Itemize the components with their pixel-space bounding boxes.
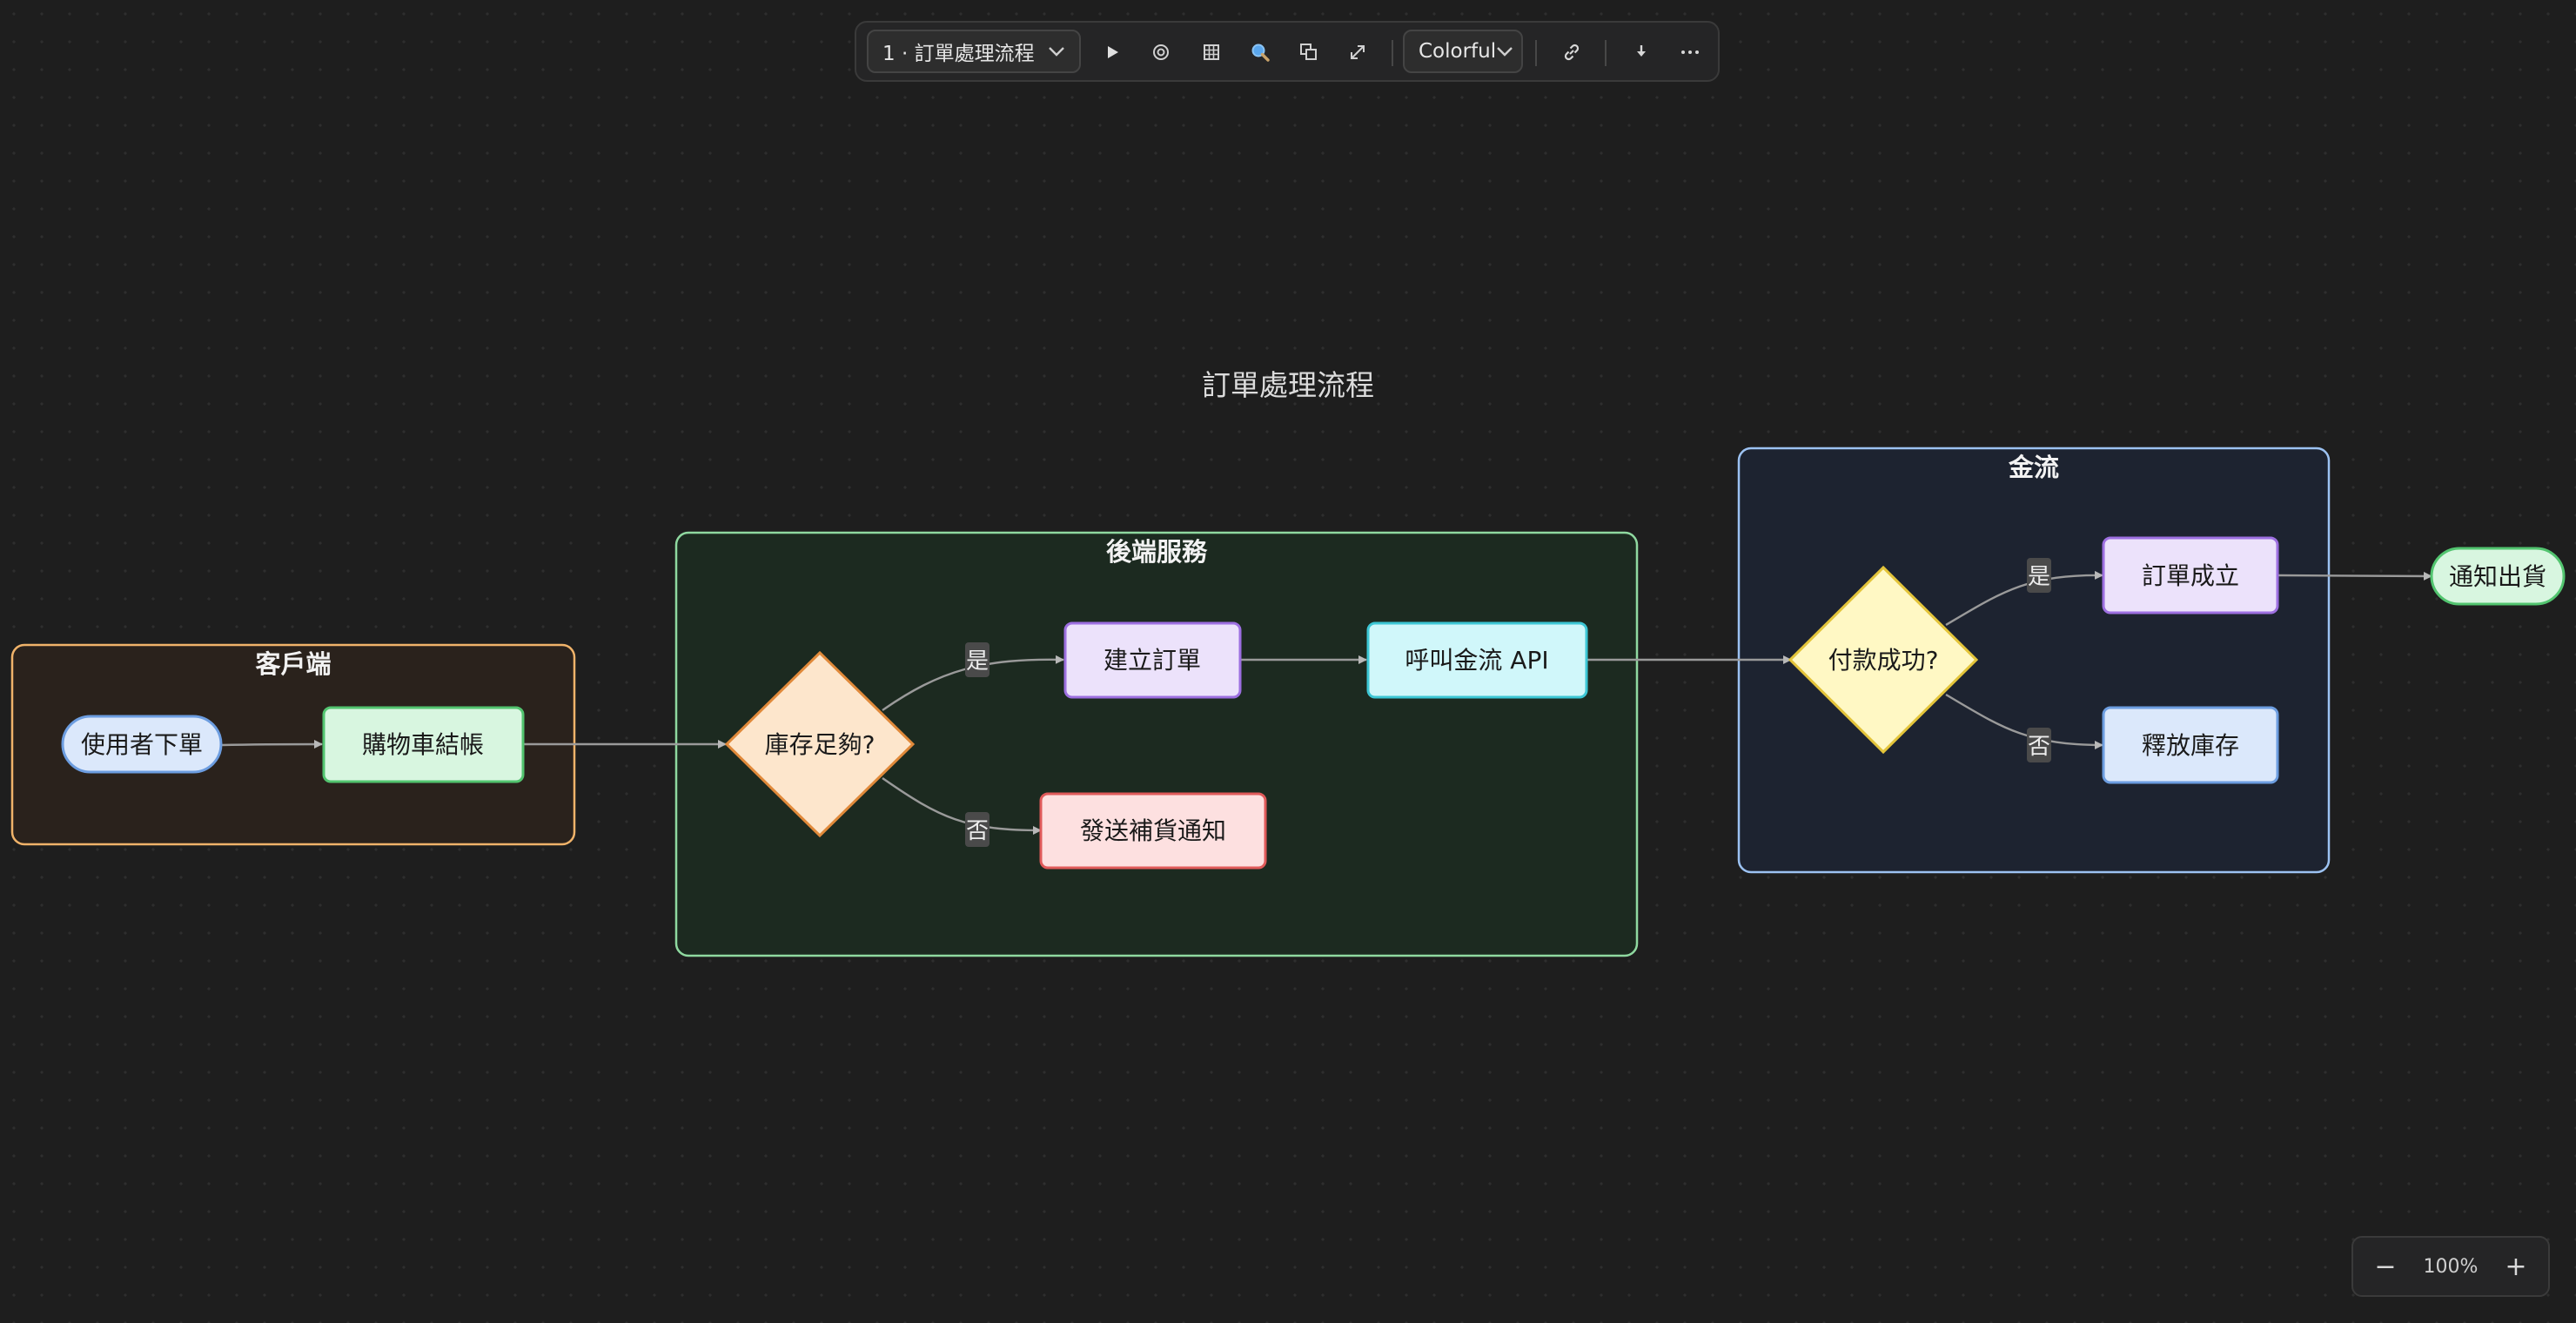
zoom-control: − 100% + <box>2351 1236 2550 1297</box>
svg-text:呼叫金流 API: 呼叫金流 API <box>1405 646 1548 675</box>
svg-text:是: 是 <box>2028 564 2050 590</box>
svg-text:庫存足夠?: 庫存足夠? <box>765 730 875 759</box>
edge-order-to-ship <box>2277 571 2432 581</box>
edge-label-stock-no: 否 <box>965 812 989 847</box>
group-client-label: 客戶端 <box>255 649 331 679</box>
node-release-stock[interactable]: 釋放庫存 <box>2102 706 2279 784</box>
svg-text:購物車結帳: 購物車結帳 <box>362 730 484 759</box>
edge-place-to-checkout <box>221 740 323 749</box>
group-backend-label: 後端服務 <box>1106 537 1208 567</box>
svg-text:通知出貨: 通知出貨 <box>2449 562 2546 591</box>
svg-text:否: 否 <box>2028 734 2050 760</box>
svg-text:是: 是 <box>966 648 989 675</box>
group-payment-label: 金流 <box>2008 453 2059 482</box>
svg-text:發送補貨通知: 發送補貨通知 <box>1080 816 1226 845</box>
zoom-in-button[interactable]: + <box>2501 1252 2531 1282</box>
node-checkout[interactable]: 購物車結帳 <box>322 706 525 783</box>
svg-text:訂單成立: 訂單成立 <box>2142 561 2239 590</box>
svg-text:付款成功?: 付款成功? <box>1828 646 1939 675</box>
edge-label-pay-no: 否 <box>2027 728 2051 762</box>
edge-label-stock-yes: 是 <box>965 642 989 677</box>
svg-text:釋放庫存: 釋放庫存 <box>2142 731 2239 760</box>
diagram-title: 訂單處理流程 <box>1202 368 1374 402</box>
node-notify-ship[interactable]: 通知出貨 <box>2430 547 2566 606</box>
svg-text:使用者下單: 使用者下單 <box>81 730 203 759</box>
edge-label-pay-yes: 是 <box>2027 558 2051 593</box>
zoom-level: 100% <box>2423 1255 2479 1278</box>
flowchart-canvas[interactable]: 訂單處理流程 客戶端 後端服務 金流 是 否 是 否 使用者下單 購物車結帳 庫… <box>0 0 2576 1323</box>
node-create-order[interactable]: 建立訂單 <box>1063 621 1242 699</box>
node-call-api[interactable]: 呼叫金流 API <box>1366 621 1588 699</box>
svg-text:建立訂單: 建立訂單 <box>1104 646 1201 675</box>
zoom-out-button[interactable]: − <box>2371 1252 2400 1282</box>
node-send-restock[interactable]: 發送補貨通知 <box>1039 792 1267 870</box>
node-place-order[interactable]: 使用者下單 <box>61 715 223 774</box>
svg-text:否: 否 <box>966 818 989 844</box>
node-order-done[interactable]: 訂單成立 <box>2102 536 2279 614</box>
